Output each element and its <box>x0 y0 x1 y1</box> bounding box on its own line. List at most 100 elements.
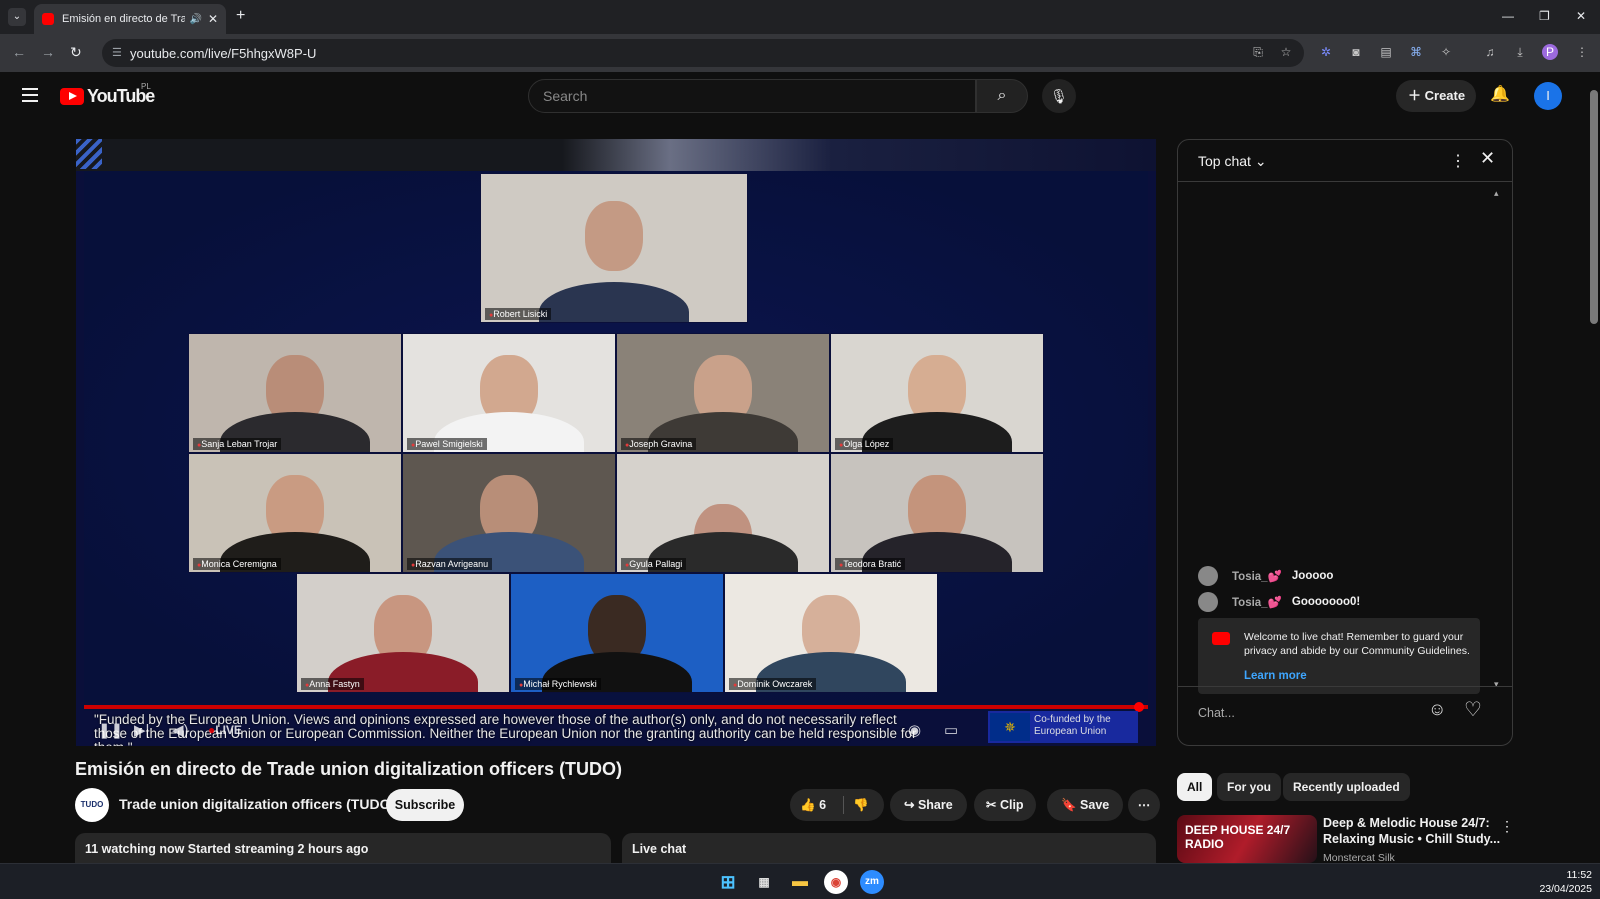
learn-more-link[interactable]: Learn more <box>1244 670 1307 682</box>
clock-time: 11:52 <box>1566 869 1593 881</box>
video-top-strip <box>76 139 1156 171</box>
chat-user-avatar[interactable] <box>1198 566 1218 586</box>
live-badge[interactable]: LIVE <box>208 723 242 737</box>
next-icon[interactable]: ▶| <box>134 721 149 739</box>
recommended-menu-icon[interactable]: ⋮ <box>1500 818 1514 835</box>
participant-name: Sanja Leban Trojar <box>193 438 282 450</box>
live-chat-label: Live chat <box>632 842 687 856</box>
site-info-icon[interactable]: ☰ <box>112 46 122 59</box>
browser-tab[interactable]: Emisión en directo de Trade 🔊 ✕ <box>34 4 226 34</box>
chip-all[interactable]: All <box>1177 773 1213 801</box>
chat-header: Top chat ⌄ ⋮ ✕ <box>1178 140 1512 182</box>
new-tab-button[interactable]: + <box>236 7 245 25</box>
zoom-icon[interactable]: zm <box>860 870 884 894</box>
dislike-button[interactable]: 👎 <box>853 789 869 821</box>
plus-icon: ＋ <box>1408 88 1425 103</box>
tab-search-button[interactable]: ⌄ <box>8 8 26 26</box>
channel-name[interactable]: Trade union digitalization officers (TUD… <box>119 796 395 812</box>
thumbs-up-icon: 👍 <box>800 798 816 812</box>
search-button[interactable]: ⌕ <box>976 79 1028 113</box>
save-button[interactable]: 🔖 Save <box>1047 789 1124 821</box>
video-player[interactable]: Robert Lisicki Sanja Leban Trojar Pawel … <box>76 139 1156 746</box>
channel-avatar[interactable]: TUDO <box>75 788 109 822</box>
speaker-icon[interactable]: 🔊 <box>189 14 201 25</box>
voice-search-button[interactable]: 🎙 <box>1042 79 1076 113</box>
subscribe-button[interactable]: Subscribe <box>386 789 464 821</box>
participant-tile: Monica Ceremigna <box>188 453 402 573</box>
chat-input[interactable]: Chat... <box>1198 706 1408 720</box>
eu-banner-text: Co-funded by the European Union <box>1034 714 1111 737</box>
emoji-icon[interactable]: ☺ <box>1428 699 1446 720</box>
live-chat-replay-box[interactable]: Live chat <box>622 833 1156 863</box>
chat-username[interactable]: Tosia_💕 <box>1232 595 1282 609</box>
clock-date: 23/04/2025 <box>1539 883 1592 895</box>
chat-username[interactable]: Tosia_💕 <box>1232 569 1282 583</box>
video-title: Emisión en directo de Trade union digita… <box>75 759 623 779</box>
share-label: Share <box>917 798 953 812</box>
participant-tile: Teodora Bratić <box>830 453 1044 573</box>
back-icon[interactable]: ← <box>12 44 26 60</box>
chip-for-you[interactable]: For you <box>1217 773 1281 801</box>
heart-reaction-icon[interactable]: ♡ <box>1464 697 1482 722</box>
widgets-icon[interactable]: ▦ <box>752 870 776 894</box>
chip-recently-uploaded[interactable]: Recently uploaded <box>1283 773 1410 801</box>
install-app-icon[interactable]: ⎘ <box>1250 44 1266 60</box>
url-text: youtube.com/live/F5hhgxW8P-U <box>130 45 317 61</box>
chat-scrollbar[interactable] <box>1494 188 1502 690</box>
camera-extension-icon[interactable]: ◙ <box>1348 44 1364 60</box>
chat-text: Gooooooo0! <box>1291 596 1361 608</box>
extension-icon[interactable]: ▤ <box>1378 44 1394 60</box>
chrome-icon[interactable]: ◉ <box>824 870 848 894</box>
microphone-icon: 🎙 <box>1050 88 1068 104</box>
close-window-icon[interactable]: ✕ <box>1576 9 1586 23</box>
more-actions-button[interactable]: ⋯ <box>1128 789 1160 821</box>
share-button[interactable]: ↪ Share <box>890 789 967 821</box>
pause-icon[interactable]: ❚❚ <box>98 721 123 739</box>
translate-extension-icon[interactable]: ⌘ <box>1408 44 1424 60</box>
create-button[interactable]: ＋ Create <box>1396 80 1476 112</box>
media-controls-icon[interactable]: ♫ <box>1482 44 1498 60</box>
chat-mode-label: Top chat <box>1198 153 1251 169</box>
youtube-icon <box>1212 632 1230 645</box>
restore-icon[interactable]: ❐ <box>1539 9 1550 23</box>
youtube-logo[interactable]: YouTube PL <box>60 82 155 107</box>
participant-name: Teodora Bratić <box>835 558 906 570</box>
profile-avatar[interactable]: P <box>1542 44 1558 60</box>
live-progress-bar[interactable] <box>84 702 1148 712</box>
notifications-bell-icon[interactable]: 🔔 <box>1490 84 1510 104</box>
guide-menu-icon[interactable] <box>22 88 38 102</box>
close-chat-icon[interactable]: ✕ <box>1480 148 1495 169</box>
close-tab-icon[interactable]: ✕ <box>208 12 218 26</box>
recommended-thumbnail[interactable]: DEEP HOUSE 24/7 RADIO <box>1177 815 1317 863</box>
download-icon[interactable]: ⤓ <box>1512 44 1528 60</box>
forward-icon[interactable]: → <box>41 44 55 60</box>
extension-gear-icon[interactable]: ✲ <box>1318 44 1334 60</box>
chat-mode-dropdown[interactable]: Top chat ⌄ <box>1198 153 1267 170</box>
account-avatar[interactable]: I <box>1534 82 1562 110</box>
autoplay-toggle-icon[interactable]: ◉ <box>908 721 921 739</box>
browser-menu-icon[interactable]: ⋮ <box>1574 44 1590 60</box>
volume-icon[interactable]: ◀) <box>172 721 189 739</box>
extensions-puzzle-icon[interactable]: ✧ <box>1438 44 1454 60</box>
search-icon: ⌕ <box>997 87 1007 104</box>
minimize-icon[interactable]: — <box>1502 9 1514 23</box>
system-clock[interactable]: 11:52 23/04/2025 <box>1520 868 1592 896</box>
chat-menu-icon[interactable]: ⋮ <box>1450 151 1466 171</box>
file-explorer-icon[interactable]: ▬ <box>788 870 812 894</box>
subtitles-icon[interactable]: ▭ <box>944 721 958 739</box>
page-scrollbar[interactable] <box>1588 86 1600 862</box>
search-input[interactable]: Search <box>528 79 976 113</box>
reload-icon[interactable]: ↻ <box>70 44 82 61</box>
chat-user-avatar[interactable] <box>1198 592 1218 612</box>
meeting-grid: Robert Lisicki Sanja Leban Trojar Pawel … <box>84 171 1148 711</box>
address-bar[interactable]: ☰ youtube.com/live/F5hhgxW8P-U <box>102 39 1304 67</box>
browser-tab-strip: ⌄ Emisión en directo de Trade 🔊 ✕ + — ❐ … <box>0 0 1600 34</box>
windows-start-icon[interactable]: ⊞ <box>716 870 740 894</box>
description-box[interactable]: 11 watching now Started streaming 2 hour… <box>75 833 611 863</box>
like-button[interactable]: 👍 6 <box>800 789 826 821</box>
scrollbar-thumb[interactable] <box>1590 90 1598 324</box>
bookmark-star-icon[interactable]: ☆ <box>1278 44 1294 60</box>
clip-button[interactable]: ✂ Clip <box>974 789 1036 821</box>
recommended-title[interactable]: Deep & Melodic House 24/7: Relaxing Musi… <box>1323 815 1503 847</box>
like-dislike-group: 👍 6 👎 <box>790 789 884 821</box>
